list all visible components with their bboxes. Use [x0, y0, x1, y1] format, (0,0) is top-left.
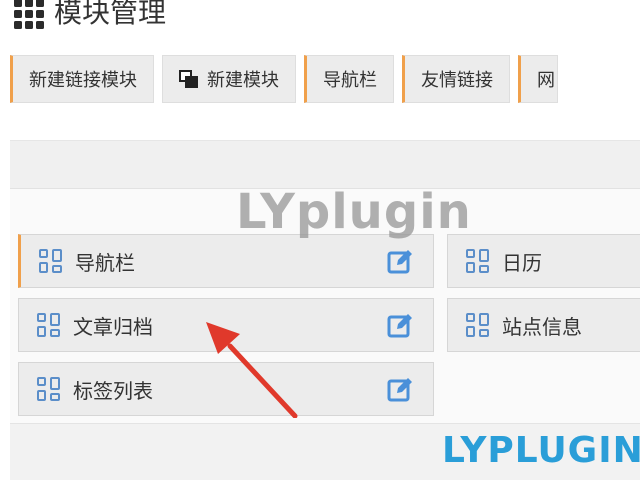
toolbar: 新建链接模块 新建模块 导航栏 友情链接 网	[10, 55, 558, 103]
truncated-button[interactable]: 网	[518, 55, 558, 103]
module-label: 导航栏	[75, 250, 135, 275]
button-label: 网	[537, 70, 555, 91]
grid-icon	[14, 0, 44, 29]
new-module-button[interactable]: 新建模块	[162, 55, 296, 103]
module-icon	[39, 248, 65, 274]
friend-links-button[interactable]: 友情链接	[402, 55, 510, 103]
watermark-bottom: LYPLUGIN	[442, 430, 640, 471]
module-icon	[466, 248, 492, 274]
module-icon	[37, 312, 63, 338]
page-title: 模块管理	[54, 0, 167, 29]
edit-icon[interactable]	[387, 376, 415, 402]
edit-icon[interactable]	[387, 248, 415, 274]
module-label: 标签列表	[73, 378, 153, 403]
watermark-top: LYplugin	[236, 184, 472, 240]
copy-icon	[179, 70, 199, 88]
module-label: 日历	[502, 250, 542, 275]
red-arrow-icon	[206, 322, 298, 418]
button-label: 导航栏	[323, 70, 377, 91]
module-item-calendar[interactable]: 日历	[447, 234, 640, 288]
module-label: 站点信息	[502, 314, 582, 339]
panel-header	[10, 141, 640, 189]
new-link-module-button[interactable]: 新建链接模块	[10, 55, 154, 103]
button-label: 新建模块	[207, 70, 279, 91]
button-label: 新建链接模块	[29, 70, 137, 91]
page-header: 模块管理	[14, 0, 166, 32]
navbar-button[interactable]: 导航栏	[304, 55, 394, 103]
button-label: 友情链接	[421, 70, 493, 91]
module-icon	[466, 312, 492, 338]
edit-icon[interactable]	[387, 312, 415, 338]
module-icon	[37, 376, 63, 402]
module-item-site-info[interactable]: 站点信息	[447, 298, 640, 352]
module-item-navbar[interactable]: 导航栏	[18, 234, 434, 288]
module-label: 文章归档	[73, 314, 153, 339]
